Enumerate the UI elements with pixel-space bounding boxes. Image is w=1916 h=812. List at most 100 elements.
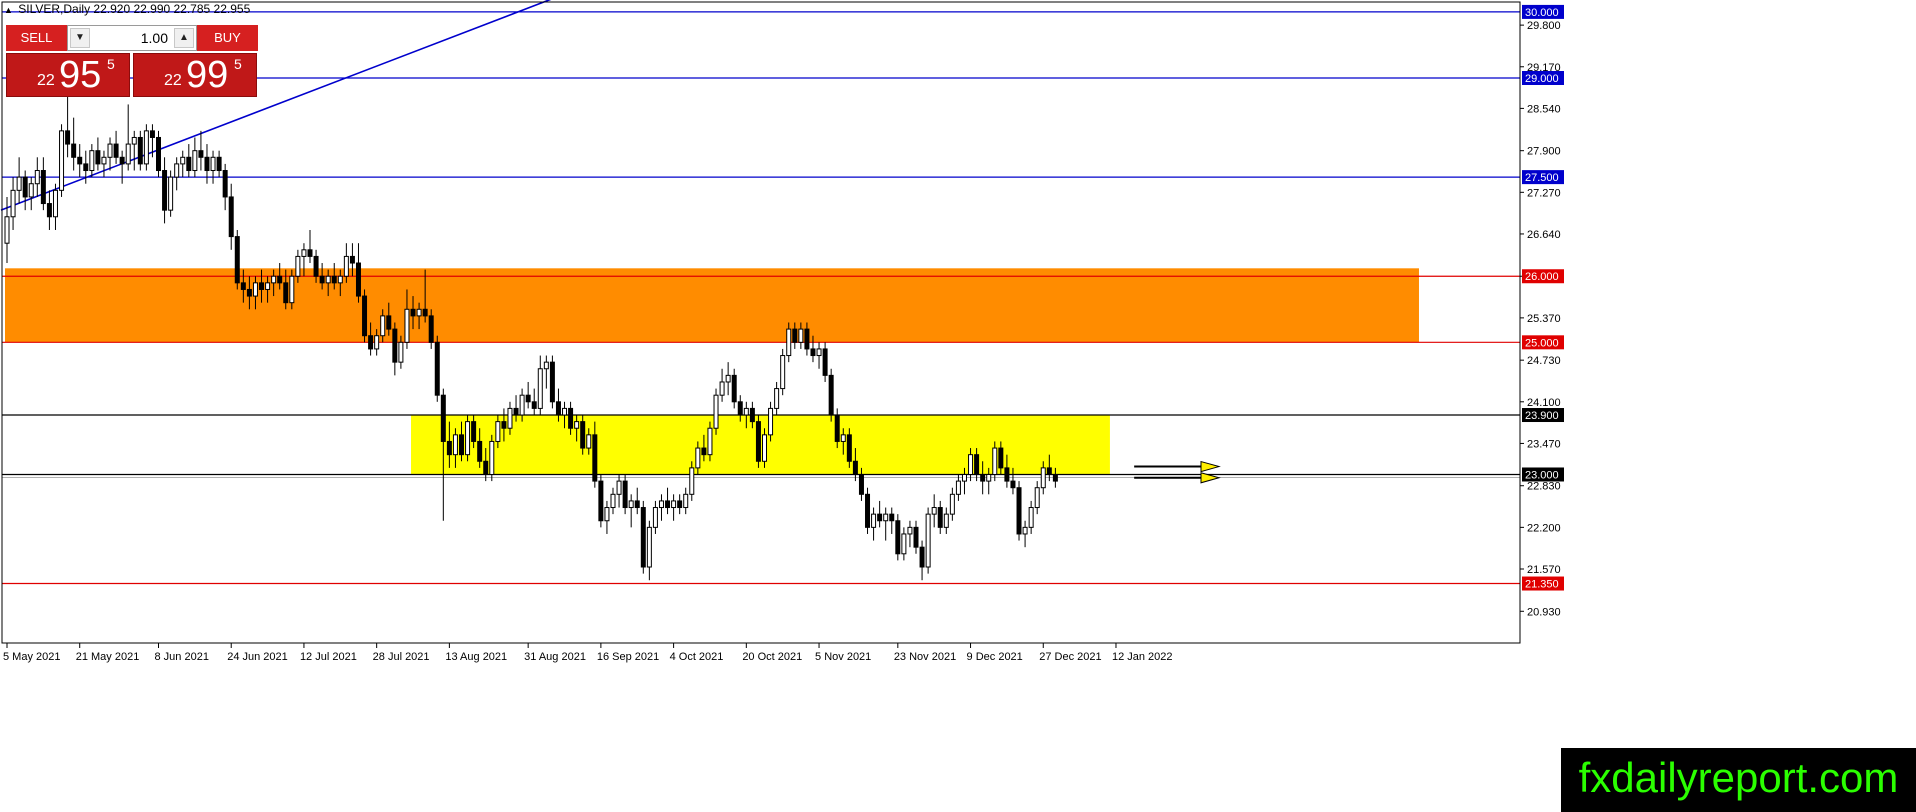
level-label: 23.000 (1525, 469, 1559, 481)
lot-increase-icon[interactable]: ▲ (174, 28, 194, 48)
candle-body (174, 163, 180, 178)
candle (107, 137, 113, 171)
x-tick-label: 20 Oct 2021 (742, 651, 802, 663)
candle-body (961, 473, 967, 482)
candle-body (331, 275, 337, 284)
candle (174, 157, 180, 191)
x-tick-label: 4 Oct 2021 (670, 651, 724, 663)
candle (774, 381, 780, 416)
lot-size-field[interactable]: ▼ 1.00 ▲ (67, 25, 197, 51)
candle-body (1004, 467, 1010, 482)
candle-body (598, 480, 604, 522)
candle-body (658, 500, 664, 509)
y-tick-label: 24.730 (1527, 355, 1561, 367)
candle-body (440, 394, 446, 442)
candle (646, 520, 652, 581)
symbol-title: SILVER,Daily (18, 2, 91, 16)
candle-body (549, 361, 555, 403)
candle-body (222, 170, 228, 198)
x-tick-label: 16 Sep 2021 (597, 651, 659, 663)
candle-body (404, 308, 410, 343)
candle-body (131, 136, 137, 145)
candle-body (489, 440, 495, 475)
x-tick-label: 27 Dec 2021 (1039, 651, 1101, 663)
candle (228, 183, 234, 250)
candle-body (319, 275, 325, 284)
candle-body (919, 546, 925, 568)
candle (198, 130, 204, 171)
candle (907, 520, 913, 548)
candle (10, 177, 16, 230)
candle-body (83, 163, 89, 172)
candle (677, 494, 683, 515)
candle-body (204, 156, 210, 172)
candle-body (774, 388, 780, 409)
candle-body (810, 348, 816, 357)
candle-body (477, 440, 483, 462)
level-label: 23.900 (1525, 410, 1559, 422)
buy-button[interactable]: BUY (197, 25, 258, 51)
y-tick-label: 24.100 (1527, 397, 1561, 409)
sell-price-prefix: 22 (37, 72, 55, 89)
candle-body (1046, 467, 1052, 475)
candle (95, 137, 101, 171)
candle-body (465, 421, 471, 456)
candle (640, 500, 646, 574)
buy-price[interactable]: 22 99 5 (133, 53, 257, 97)
candle (780, 348, 786, 396)
candle (937, 500, 943, 534)
candle-body (113, 143, 119, 158)
candle-body (28, 183, 34, 198)
candle-body (762, 434, 767, 462)
y-tick-label: 28.540 (1527, 103, 1561, 115)
candle (186, 144, 192, 178)
candle-body (77, 156, 83, 165)
x-tick-label: 12 Jul 2021 (300, 651, 357, 663)
y-tick-label: 21.570 (1527, 564, 1561, 576)
lot-size-value[interactable]: 1.00 (92, 26, 172, 50)
price-chart[interactable]: 29.80029.17028.54027.90027.27026.64026.0… (0, 0, 1916, 812)
candle-body (374, 335, 380, 350)
candle-body (210, 156, 216, 172)
candle-body (846, 434, 852, 462)
x-tick-label: 24 Jun 2021 (227, 651, 288, 663)
candle-body (52, 189, 58, 218)
candle-body (592, 434, 598, 482)
candle-body (931, 507, 937, 515)
candle (598, 474, 604, 528)
candle (77, 144, 83, 178)
candle (865, 487, 871, 534)
candle (713, 388, 719, 435)
y-tick-label: 29.800 (1527, 20, 1561, 32)
candle-body (446, 440, 452, 456)
candle-body (822, 348, 828, 376)
candle (101, 150, 107, 178)
candle (622, 474, 628, 515)
x-tick-label: 5 Nov 2021 (815, 651, 871, 663)
candle-body (858, 473, 864, 495)
candle-body (907, 526, 913, 535)
candle (234, 229, 240, 290)
price-axis: 29.80029.17028.54027.90027.27026.64026.0… (1520, 20, 1561, 618)
candle-body (349, 255, 355, 264)
candle-body (883, 513, 889, 522)
candle (16, 157, 22, 204)
x-tick-label: 8 Jun 2021 (155, 651, 209, 663)
sell-price[interactable]: 22 95 5 (6, 53, 130, 97)
candle-body (586, 434, 592, 449)
candle-body (1022, 526, 1028, 535)
candle (1034, 481, 1040, 515)
y-tick-label: 26.640 (1527, 229, 1561, 241)
candle (549, 355, 555, 409)
level-label: 29.000 (1525, 73, 1559, 85)
candle-body (980, 473, 986, 482)
sell-button[interactable]: SELL (6, 25, 67, 51)
candle-body (622, 480, 628, 509)
candle-body (743, 407, 749, 416)
lot-decrease-icon[interactable]: ▼ (70, 28, 90, 48)
candle-body (707, 427, 713, 456)
candle (210, 150, 216, 184)
candle-body (252, 282, 258, 297)
candle-body (343, 255, 349, 277)
candle-body (768, 407, 774, 436)
